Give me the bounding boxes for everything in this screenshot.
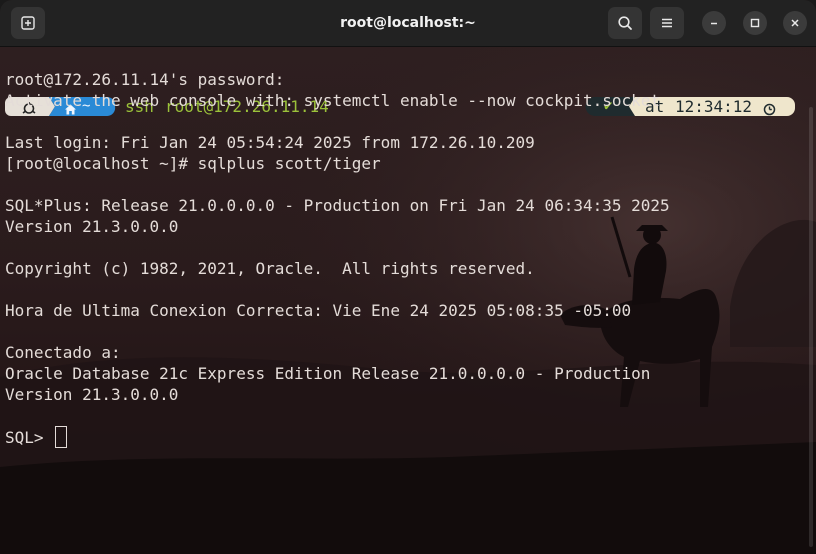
- output-line: SQL*Plus: Release 21.0.0.0.0 - Productio…: [5, 196, 670, 215]
- clock-icon: [763, 103, 776, 116]
- output-line: Version 21.3.0.0.0: [5, 217, 179, 236]
- terminal-window: root@localhost:~ ~ ssh root@172.26.11.14…: [0, 0, 816, 554]
- terminal-area[interactable]: ~ ssh root@172.26.11.14 ✔ at 12:34:12 ro…: [0, 47, 816, 554]
- sql-prompt: SQL>: [5, 428, 54, 447]
- sql-prompt-line[interactable]: SQL>: [5, 426, 670, 448]
- scrollbar[interactable]: [809, 107, 813, 547]
- output-line: Activate the web console with: systemctl…: [5, 91, 661, 110]
- minimize-button[interactable]: [702, 11, 726, 35]
- output-line: root@172.26.11.14's password:: [5, 70, 285, 89]
- window-title: root@localhost:~: [340, 15, 476, 31]
- text-cursor: [55, 426, 68, 448]
- output-line: Hora de Ultima Conexion Correcta: Vie En…: [5, 301, 632, 320]
- maximize-button[interactable]: [743, 11, 767, 35]
- search-button[interactable]: [608, 7, 642, 39]
- menu-button[interactable]: [650, 7, 684, 39]
- close-icon: [791, 19, 799, 27]
- new-tab-icon: [21, 16, 35, 30]
- title-bar: root@localhost:~: [0, 0, 816, 47]
- search-icon: [618, 16, 632, 30]
- output-line: Oracle Database 21c Express Edition Rele…: [5, 364, 651, 383]
- prompt-time: 12:34:12: [675, 97, 753, 116]
- hamburger-menu-icon: [662, 18, 672, 28]
- maximize-icon: [750, 18, 760, 28]
- output-line: Version 21.3.0.0.0: [5, 385, 179, 404]
- close-button[interactable]: [783, 11, 807, 35]
- output-line: [root@localhost ~]# sqlplus scott/tiger: [5, 154, 381, 173]
- terminal-output: root@172.26.11.14's password: Activate t…: [5, 69, 670, 448]
- output-line: Last login: Fri Jan 24 05:54:24 2025 fro…: [5, 133, 535, 152]
- output-line: Conectado a:: [5, 343, 121, 362]
- new-tab-button[interactable]: [11, 7, 45, 39]
- output-line: Copyright (c) 1982, 2021, Oracle. All ri…: [5, 259, 535, 278]
- minimize-icon: [711, 22, 717, 25]
